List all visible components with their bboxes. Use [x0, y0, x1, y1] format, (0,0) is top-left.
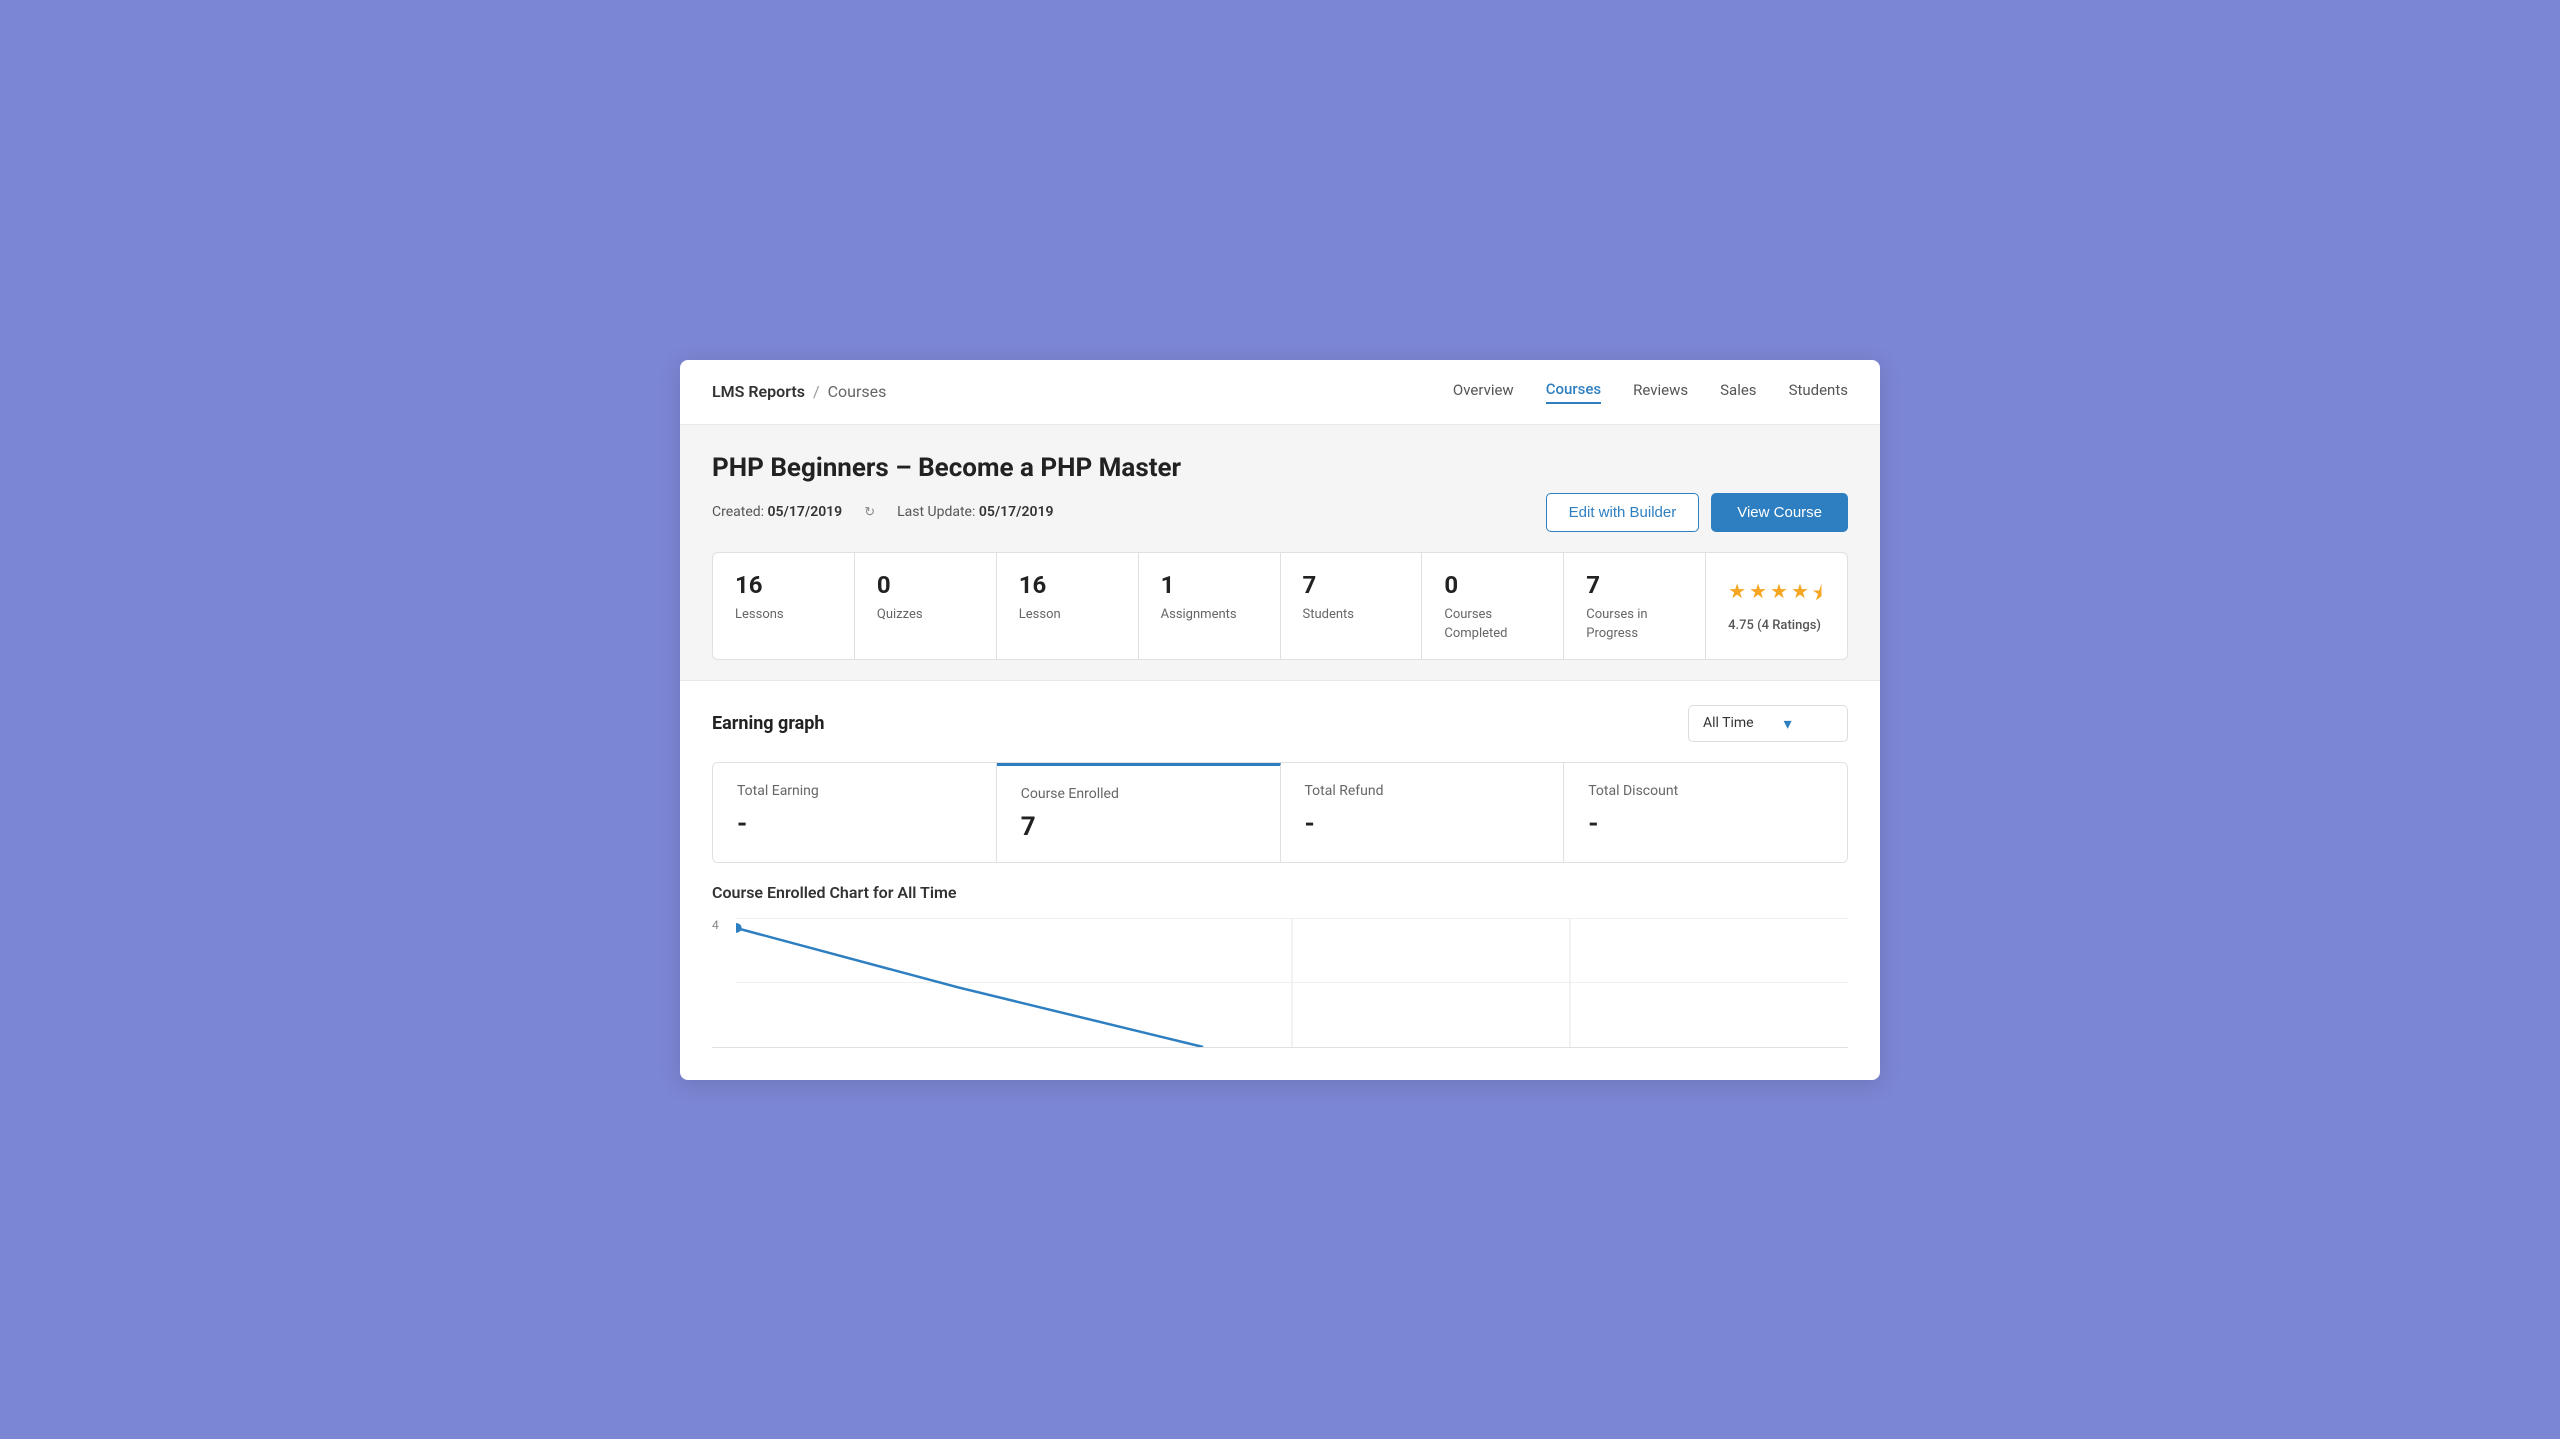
- star-5: ⯨: [1812, 579, 1823, 613]
- metric-course-enrolled[interactable]: Course Enrolled 7: [997, 763, 1281, 862]
- metric-total-refund[interactable]: Total Refund -: [1281, 763, 1565, 862]
- nav-sales[interactable]: Sales: [1720, 381, 1756, 403]
- nav-links: Overview Courses Reviews Sales Students: [1453, 380, 1848, 404]
- course-actions: Edit with Builder View Course: [1546, 493, 1848, 532]
- rating-text: 4.75 (4 Ratings): [1728, 618, 1825, 633]
- chart-area: 4: [712, 918, 1848, 1048]
- course-header: PHP Beginners – Become a PHP Master Crea…: [680, 425, 1880, 552]
- course-meta-left: Created: 05/17/2019 ↻ Last Update: 05/17…: [712, 504, 1054, 520]
- stars: ★ ★ ★ ★ ⯨: [1728, 579, 1825, 613]
- stat-lessons-label: Lessons: [735, 607, 784, 622]
- course-title: PHP Beginners – Become a PHP Master: [712, 453, 1848, 483]
- breadcrumb-sep: /: [813, 382, 820, 401]
- stat-completed-number: 0: [1444, 571, 1541, 599]
- line-chart: [736, 918, 1848, 1047]
- chart-y-label: 4: [712, 918, 719, 932]
- stat-assignments-number: 1: [1161, 571, 1258, 599]
- time-period-dropdown[interactable]: All Time ▾: [1688, 705, 1848, 742]
- view-course-button[interactable]: View Course: [1711, 493, 1848, 532]
- metric-total-discount-value: -: [1588, 809, 1823, 839]
- metric-total-discount[interactable]: Total Discount -: [1564, 763, 1847, 862]
- earning-title: Earning graph: [712, 713, 824, 734]
- earning-header: Earning graph All Time ▾: [712, 705, 1848, 742]
- breadcrumb: LMS Reports / Courses: [712, 382, 886, 401]
- star-3: ★: [1770, 579, 1788, 613]
- stat-lessons: 16 Lessons: [712, 552, 854, 660]
- stat-in-progress: 7 Courses in Progress: [1563, 552, 1705, 660]
- nav-courses[interactable]: Courses: [1546, 380, 1601, 404]
- created-label: Created: 05/17/2019: [712, 504, 842, 520]
- metric-total-earning[interactable]: Total Earning -: [713, 763, 997, 862]
- app-title: LMS Reports: [712, 382, 805, 401]
- dropdown-label: All Time: [1703, 715, 1754, 731]
- stat-quizzes: 0 Quizzes: [854, 552, 996, 660]
- metric-total-earning-label: Total Earning: [737, 783, 972, 799]
- nav-students[interactable]: Students: [1789, 381, 1848, 403]
- top-nav: LMS Reports / Courses Overview Courses R…: [680, 360, 1880, 425]
- metric-course-enrolled-value: 7: [1021, 812, 1256, 842]
- metric-total-refund-label: Total Refund: [1305, 783, 1540, 799]
- stat-students-label: Students: [1303, 607, 1355, 622]
- stats-row: 16 Lessons 0 Quizzes 16 Lesson 1 Assignm…: [680, 552, 1880, 681]
- nav-reviews[interactable]: Reviews: [1633, 381, 1688, 403]
- last-update-label: Last Update: 05/17/2019: [897, 504, 1053, 520]
- refresh-icon: ↻: [864, 505, 875, 520]
- metric-total-refund-value: -: [1305, 809, 1540, 839]
- main-card: LMS Reports / Courses Overview Courses R…: [680, 360, 1880, 1080]
- stat-students: 7 Students: [1280, 552, 1422, 660]
- metric-cards: Total Earning - Course Enrolled 7 Total …: [712, 762, 1848, 863]
- earning-section: Earning graph All Time ▾ Total Earning -…: [680, 681, 1880, 863]
- stat-students-number: 7: [1303, 571, 1400, 599]
- nav-overview[interactable]: Overview: [1453, 381, 1514, 403]
- stat-rating: ★ ★ ★ ★ ⯨ 4.75 (4 Ratings): [1705, 552, 1848, 660]
- stat-lesson-number: 16: [1019, 571, 1116, 599]
- stat-quizzes-number: 0: [877, 571, 974, 599]
- metric-course-enrolled-label: Course Enrolled: [1021, 786, 1256, 802]
- stat-completed: 0 Courses Completed: [1421, 552, 1563, 660]
- stat-in-progress-number: 7: [1586, 571, 1683, 599]
- star-4: ★: [1791, 579, 1809, 613]
- stat-completed-label: Courses Completed: [1444, 607, 1507, 641]
- star-1: ★: [1728, 579, 1746, 613]
- stat-in-progress-label: Courses in Progress: [1586, 607, 1647, 641]
- stat-assignments-label: Assignments: [1161, 607, 1237, 622]
- stat-lesson-label: Lesson: [1019, 607, 1061, 622]
- edit-with-builder-button[interactable]: Edit with Builder: [1546, 493, 1700, 532]
- star-2: ★: [1749, 579, 1767, 613]
- breadcrumb-sub: Courses: [828, 382, 887, 401]
- stat-lessons-number: 16: [735, 571, 832, 599]
- stat-assignments: 1 Assignments: [1138, 552, 1280, 660]
- metric-total-earning-value: -: [737, 809, 972, 839]
- chevron-down-icon: ▾: [1784, 714, 1792, 733]
- metric-total-discount-label: Total Discount: [1588, 783, 1823, 799]
- stat-quizzes-label: Quizzes: [877, 607, 923, 622]
- chart-title: Course Enrolled Chart for All Time: [712, 883, 1848, 902]
- stat-lesson: 16 Lesson: [996, 552, 1138, 660]
- chart-section: Course Enrolled Chart for All Time 4: [680, 863, 1880, 1048]
- course-meta: Created: 05/17/2019 ↻ Last Update: 05/17…: [712, 493, 1848, 532]
